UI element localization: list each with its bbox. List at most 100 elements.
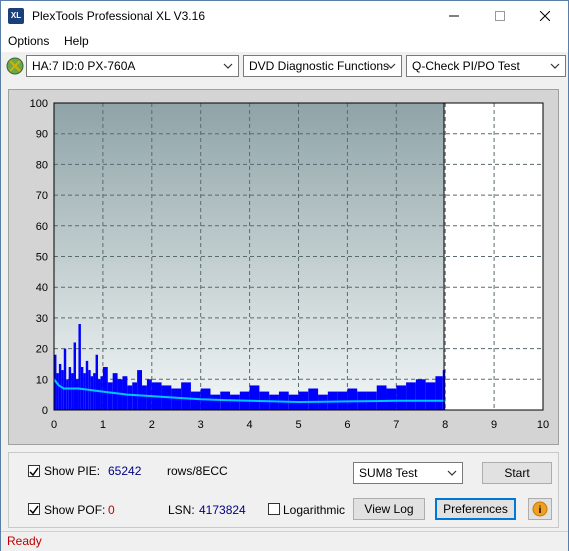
pie-bar <box>66 379 69 410</box>
pie-bar <box>100 376 103 410</box>
pie-bar <box>98 379 101 410</box>
x-axis-ticks: 0 1 2 3 4 5 6 7 8 9 10 <box>51 419 549 431</box>
maximize-button[interactable] <box>477 1 523 31</box>
pie-bar <box>415 379 426 410</box>
y-tick-label: 20 <box>36 344 48 356</box>
pie-bar <box>63 348 67 410</box>
pie-bar <box>112 373 118 410</box>
pie-bar <box>73 342 77 410</box>
checkmark-icon <box>29 467 39 477</box>
show-pof-label: Show POF: <box>44 503 106 517</box>
pie-bar <box>146 379 152 410</box>
pie-bar <box>406 382 416 410</box>
function-select-value: DVD Diagnostic Functions <box>249 59 390 73</box>
pie-bar <box>61 370 64 410</box>
pie-bar <box>78 324 81 410</box>
chevron-down-icon <box>447 470 457 476</box>
chevron-down-icon <box>223 63 233 69</box>
y-tick-label: 90 <box>36 129 48 141</box>
logarithmic-label: Logarithmic <box>283 503 346 517</box>
y-tick-label: 80 <box>36 159 48 171</box>
y-tick-label: 40 <box>36 282 48 294</box>
controls-panel: Show PIE: 65242 rows/8ECC SUM8 Test Star… <box>8 452 559 528</box>
pie-bar <box>102 367 108 410</box>
y-tick-label: 60 <box>36 221 48 233</box>
y-tick-label: 30 <box>36 313 48 325</box>
app-window: XL PlexTools Professional XL V3.16 Optio… <box>0 0 569 551</box>
info-button[interactable]: i <box>528 498 552 520</box>
show-pof-checkbox[interactable] <box>28 503 40 515</box>
show-pie-checkbox[interactable] <box>28 465 40 477</box>
pie-bar <box>230 394 240 410</box>
pie-bar <box>347 388 358 410</box>
y-tick-label: 50 <box>36 252 48 264</box>
plot-empty-area <box>444 103 543 410</box>
pie-bar <box>76 379 79 410</box>
y-tick-label: 70 <box>36 190 48 202</box>
pie-bar <box>249 385 260 410</box>
pie-bar <box>210 394 221 410</box>
close-icon <box>540 11 550 21</box>
chevron-down-icon <box>550 63 560 69</box>
logarithmic-checkbox[interactable] <box>268 503 280 515</box>
y-tick-label: 0 <box>42 405 48 417</box>
pie-unit: rows/8ECC <box>167 464 228 478</box>
pie-bar <box>71 373 74 410</box>
menu-bar: Options Help <box>1 31 568 52</box>
drive-select[interactable]: HA:7 ID:0 PX-760A <box>26 55 239 77</box>
menu-options[interactable]: Options <box>8 34 49 48</box>
pie-bar <box>142 385 147 410</box>
x-tick-label: 2 <box>149 419 155 431</box>
drive-select-value: HA:7 ID:0 PX-760A <box>32 59 136 73</box>
sum8-test-select-value: SUM8 Test <box>359 466 418 480</box>
x-tick-label: 6 <box>344 419 350 431</box>
pie-bar <box>386 388 397 410</box>
x-tick-label: 10 <box>537 419 549 431</box>
pie-bar <box>308 388 319 410</box>
minimize-button[interactable] <box>431 1 477 31</box>
y-axis-ticks: 1009080706050403020100 <box>30 98 48 417</box>
pie-bar <box>298 391 309 410</box>
start-button[interactable]: Start <box>482 462 552 484</box>
pie-value: 65242 <box>108 464 142 478</box>
pie-bar <box>190 391 201 410</box>
pie-bar <box>122 376 128 410</box>
status-text: Ready <box>7 534 42 548</box>
minimize-icon <box>449 15 459 17</box>
maximize-icon <box>495 11 505 21</box>
pie-bar <box>56 373 59 410</box>
pie-bar <box>137 370 143 410</box>
preferences-button[interactable]: Preferences <box>435 498 516 520</box>
menu-help[interactable]: Help <box>64 34 89 48</box>
function-select[interactable]: DVD Diagnostic Functions <box>243 55 402 77</box>
toolbar: HA:7 ID:0 PX-760A DVD Diagnostic Functio… <box>1 52 568 82</box>
pie-bar <box>435 376 443 410</box>
pie-bar <box>396 385 407 410</box>
window-title: PlexTools Professional XL V3.16 <box>32 9 205 23</box>
chart-panel: 100 90 80 70 60 50 40 30 20 10 0 0 1 2 3 4 5 6 7 8 9 10 <box>8 89 559 445</box>
test-select-value: Q-Check PI/PO Test <box>412 59 520 73</box>
lsn-value: 4173824 <box>199 503 246 517</box>
view-log-button[interactable]: View Log <box>353 498 425 520</box>
pie-bar <box>90 376 94 410</box>
lsn-label: LSN: <box>168 503 195 517</box>
x-tick-label: 5 <box>295 419 301 431</box>
pie-bar <box>425 382 436 410</box>
app-logo-icon: XL <box>8 8 24 24</box>
close-button[interactable] <box>522 1 568 31</box>
pie-bar <box>107 382 113 410</box>
sum8-test-select[interactable]: SUM8 Test <box>353 462 463 484</box>
pie-bar <box>85 360 89 410</box>
pof-value: 0 <box>108 503 115 517</box>
x-tick-label: 3 <box>198 419 204 431</box>
info-icon: i <box>532 501 548 517</box>
test-select[interactable]: Q-Check PI/PO Test <box>406 55 566 77</box>
x-tick-label: 0 <box>51 419 57 431</box>
x-tick-label: 7 <box>393 419 399 431</box>
title-bar: XL PlexTools Professional XL V3.16 <box>1 1 568 31</box>
pie-chart-svg: 1009080706050403020100 0 1 2 3 4 5 6 7 8 9 10 <box>30 98 549 431</box>
y-tick-label: 100 <box>30 98 48 110</box>
pie-bar <box>83 373 86 410</box>
pie-bar <box>95 354 99 410</box>
status-bar: Ready <box>1 531 568 551</box>
